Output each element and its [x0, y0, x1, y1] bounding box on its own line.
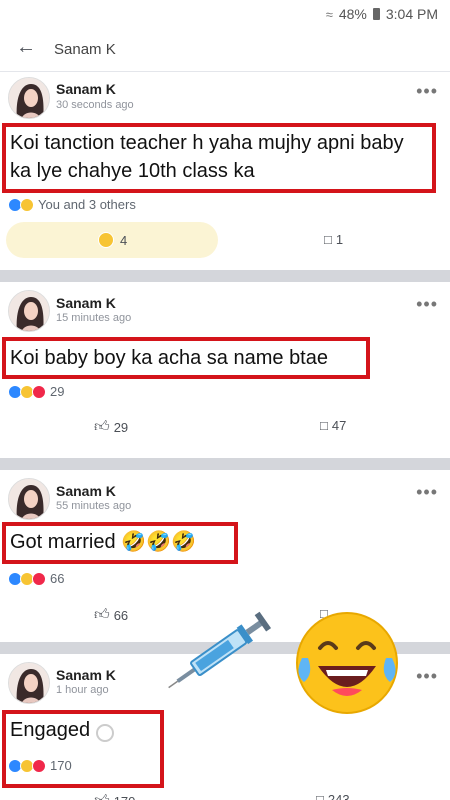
battery-icon — [372, 8, 380, 20]
more-dots-icon[interactable]: ••• — [416, 666, 438, 687]
like-button[interactable]: 👍︎ 66 — [94, 606, 128, 624]
avatar[interactable] — [8, 662, 50, 704]
comment-button[interactable]: □ 47 — [320, 418, 346, 433]
reaction-count: You and 3 others — [38, 197, 136, 212]
comment-count: 47 — [331, 418, 347, 433]
post-time: 1 hour ago — [56, 684, 109, 696]
clock: 3:04 PM — [385, 6, 438, 22]
like-icon: 👍︎ — [94, 606, 110, 623]
avatar[interactable] — [8, 77, 50, 119]
reaction-count: 29 — [50, 384, 65, 399]
reaction-summary[interactable]: 66 — [8, 571, 64, 586]
like-count: 29 — [113, 419, 129, 435]
avatar[interactable] — [8, 290, 50, 332]
like-button[interactable]: 👍︎ 29 — [94, 418, 128, 436]
tears-of-joy-emoji — [296, 612, 398, 714]
avatar[interactable] — [8, 478, 50, 520]
wifi-icon: ≈ — [325, 6, 333, 22]
reaction-count: 170 — [50, 758, 72, 773]
post-time: 15 minutes ago — [56, 312, 132, 324]
comment-button[interactable]: □ 1 — [324, 232, 343, 247]
like-icon: 👍︎ — [94, 792, 110, 800]
post-author[interactable]: Sanam K — [56, 295, 116, 311]
battery-percent: 48% — [338, 6, 367, 22]
post-text: Got married 🤣🤣🤣 — [10, 531, 196, 553]
post-separator — [0, 270, 450, 282]
post-author[interactable]: Sanam K — [56, 667, 116, 683]
post-time: 30 seconds ago — [56, 99, 134, 111]
reaction-summary[interactable]: 29 — [8, 384, 64, 399]
more-dots-icon[interactable]: ••• — [416, 482, 438, 503]
status-bar: ≈ 48% 3:04 PM — [0, 0, 450, 28]
comment-count: 1 — [335, 232, 344, 247]
like-icon: 👍︎ — [94, 418, 110, 435]
like-count: 170 — [114, 794, 136, 800]
comment-count: 243 — [327, 792, 350, 800]
app-bar: ← Sanam K — [0, 28, 450, 72]
love-icon — [32, 384, 46, 399]
post-2: Sanam K 15 minutes ago ••• Koi baby boy … — [0, 282, 450, 458]
post-separator — [0, 458, 450, 470]
reaction-summary[interactable]: You and 3 others — [8, 197, 136, 212]
loading-spinner-icon — [96, 724, 114, 742]
comment-icon: □ — [316, 792, 324, 800]
love-icon — [32, 758, 46, 773]
post-text: Koi baby boy ka acha sa name btae — [10, 347, 328, 369]
like-count: 66 — [113, 607, 129, 623]
comment-icon: □ — [320, 418, 328, 433]
reaction-summary[interactable]: 170 — [8, 758, 72, 773]
like-button[interactable]: 👍︎ 170 — [94, 792, 135, 800]
page-title: Sanam K — [54, 41, 116, 58]
syringe-icon — [168, 611, 272, 689]
post-author[interactable]: Sanam K — [56, 81, 116, 97]
haha-icon — [20, 197, 34, 212]
comment-icon: □ — [324, 232, 332, 247]
post-author[interactable]: Sanam K — [56, 483, 116, 499]
post-1: Sanam K 30 seconds ago ••• Koi tanction … — [0, 73, 450, 270]
post-text: Engaged — [10, 719, 91, 741]
comment-button[interactable]: □ 243 — [316, 792, 350, 800]
post-text: Koi tanction teacher h yaha mujhy apni b… — [10, 132, 404, 182]
haha-icon — [98, 232, 114, 248]
reaction-count: 66 — [50, 571, 65, 586]
post-time: 55 minutes ago — [56, 500, 132, 512]
love-icon — [32, 571, 46, 586]
back-arrow-icon[interactable]: ← — [16, 36, 36, 59]
reaction-button[interactable]: 4 — [98, 232, 127, 248]
more-dots-icon[interactable]: ••• — [416, 81, 438, 102]
more-dots-icon[interactable]: ••• — [416, 294, 438, 315]
reaction-button-count: 4 — [120, 232, 128, 248]
